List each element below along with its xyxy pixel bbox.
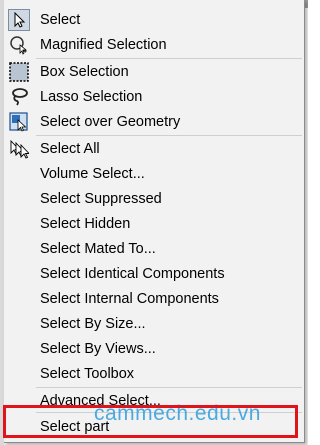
menu-item-label: Select [40,11,81,28]
select-all-icon [8,138,30,160]
highlight-annotation-box [3,405,298,438]
lasso-icon [8,86,30,108]
menu-item-label: Select Internal Components [40,290,219,307]
select-dropdown-menu: Select Magnified Selection Box Selection… [4,0,305,443]
menu-item-label: Select Hidden [40,215,131,232]
menu-item-label: Box Selection [40,63,129,80]
menu-item-label: Select Mated To... [40,240,156,257]
menu-item-label: Select By Size... [40,315,146,332]
menu-item-label: Magnified Selection [40,36,167,53]
menu-item-select-over-geometry[interactable]: Select over Geometry [4,109,304,134]
magnifier-select-icon [8,34,30,56]
geometry-select-icon [8,111,30,133]
menu-item-box-selection[interactable]: Box Selection [4,59,304,84]
window-edge [305,0,308,8]
menu-item-lasso-selection[interactable]: Lasso Selection [4,84,304,109]
menu-item-magnified-selection[interactable]: Magnified Selection [4,32,304,57]
menu-item-select[interactable]: Select [4,7,304,32]
context-menu-window: Select Magnified Selection Box Selection… [0,0,308,445]
menu-item-label: Lasso Selection [40,88,143,105]
box-select-icon [8,61,30,83]
menu-item-label: Volume Select... [40,165,145,182]
menu-item-volume-select[interactable]: Volume Select... [4,161,304,186]
menu-item-select-identical-components[interactable]: Select Identical Components [4,261,304,286]
menu-item-label: Select By Views... [40,340,156,357]
menu-item-select-by-views[interactable]: Select By Views... [4,336,304,361]
menu-item-select-all[interactable]: Select All [4,136,304,161]
arrow-cursor-icon [8,9,30,31]
menu-item-label: Select Toolbox [40,365,135,382]
menu-item-select-hidden[interactable]: Select Hidden [4,211,304,236]
menu-item-label: Select Suppressed [40,190,162,207]
menu-item-select-internal-components[interactable]: Select Internal Components [4,286,304,311]
menu-item-select-suppressed[interactable]: Select Suppressed [4,186,304,211]
menu-item-label: Select Identical Components [40,265,225,282]
menu-item-label: Select All [40,140,100,157]
menu-item-select-by-size[interactable]: Select By Size... [4,311,304,336]
menu-item-select-mated-to[interactable]: Select Mated To... [4,236,304,261]
menu-item-label: Select over Geometry [40,113,181,130]
menu-item-select-toolbox[interactable]: Select Toolbox [4,361,304,386]
